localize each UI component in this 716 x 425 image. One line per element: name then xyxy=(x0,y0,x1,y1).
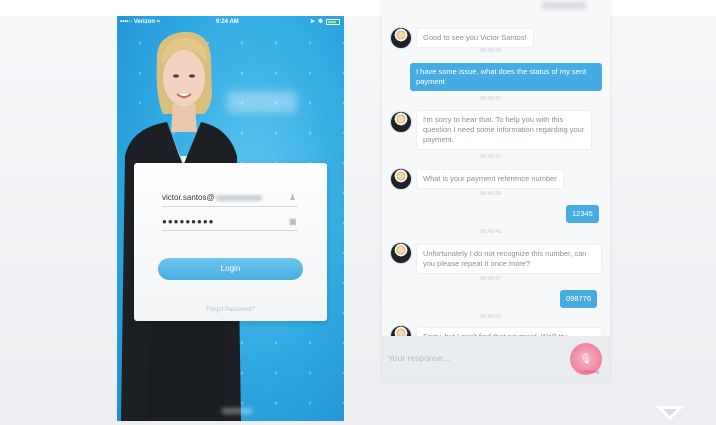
bot-message: I'm sorry to hear that. To help you with… xyxy=(416,110,592,150)
response-input[interactable]: Your response... xyxy=(388,353,450,363)
user-message: 12345 xyxy=(566,205,599,223)
footer-blur xyxy=(222,408,252,414)
forgot-password-link[interactable]: Forgot Password? xyxy=(134,307,327,313)
message-timestamp: 08:48:52 xyxy=(480,314,502,320)
login-button[interactable]: Login xyxy=(158,258,303,280)
bot-message: Unfortunately I do not recognize this nu… xyxy=(416,244,602,274)
login-screen: ••••○ Verizon ≈ 9:24 AM ➤ ✱ victor.santo… xyxy=(117,16,344,421)
password-field[interactable]: ●●●●●●●●● ▣ xyxy=(162,215,298,231)
listening-label: Listening xyxy=(580,369,599,374)
message-timestamp: 08:48:43 xyxy=(480,229,502,235)
message-timestamp: 08:48:37 xyxy=(480,154,502,160)
message-timestamp: 08:48:47 xyxy=(480,276,502,282)
password-value: ●●●●●●●●● xyxy=(162,217,215,226)
microphone-icon: 🎙 xyxy=(579,353,593,365)
lock-icon: ▣ xyxy=(289,217,298,226)
user-icon: ♟ xyxy=(289,193,297,202)
brand-logo-inner xyxy=(663,409,677,416)
email-value: victor.santos@ xyxy=(162,193,215,202)
header-blur xyxy=(542,2,586,9)
email-domain-blur xyxy=(215,194,262,201)
bot-avatar xyxy=(390,242,412,264)
chat-input-bar: Your response... 🎙 Listening xyxy=(382,336,610,382)
message-timestamp: 08:48:37 xyxy=(480,96,502,102)
email-field[interactable]: victor.santos@ ♟ xyxy=(162,191,298,207)
bot-avatar xyxy=(390,27,412,49)
login-card: victor.santos@ ♟ ●●●●●●●●● ▣ Login Forgo… xyxy=(134,163,327,321)
bot-message: Good to see you Victor Santos! xyxy=(416,28,534,48)
bot-message: What is your payment reference number xyxy=(416,169,564,189)
message-timestamp: 08:48:36 xyxy=(480,48,502,54)
bot-avatar xyxy=(390,111,412,133)
user-message: I have some issue, what does the status … xyxy=(410,63,602,91)
bot-avatar xyxy=(390,168,412,190)
message-timestamp: 08:48:39 xyxy=(480,191,502,197)
chat-screen: Good to see you Victor Santos! 08:48:36 … xyxy=(382,0,610,382)
user-message: 098776 xyxy=(560,290,598,308)
